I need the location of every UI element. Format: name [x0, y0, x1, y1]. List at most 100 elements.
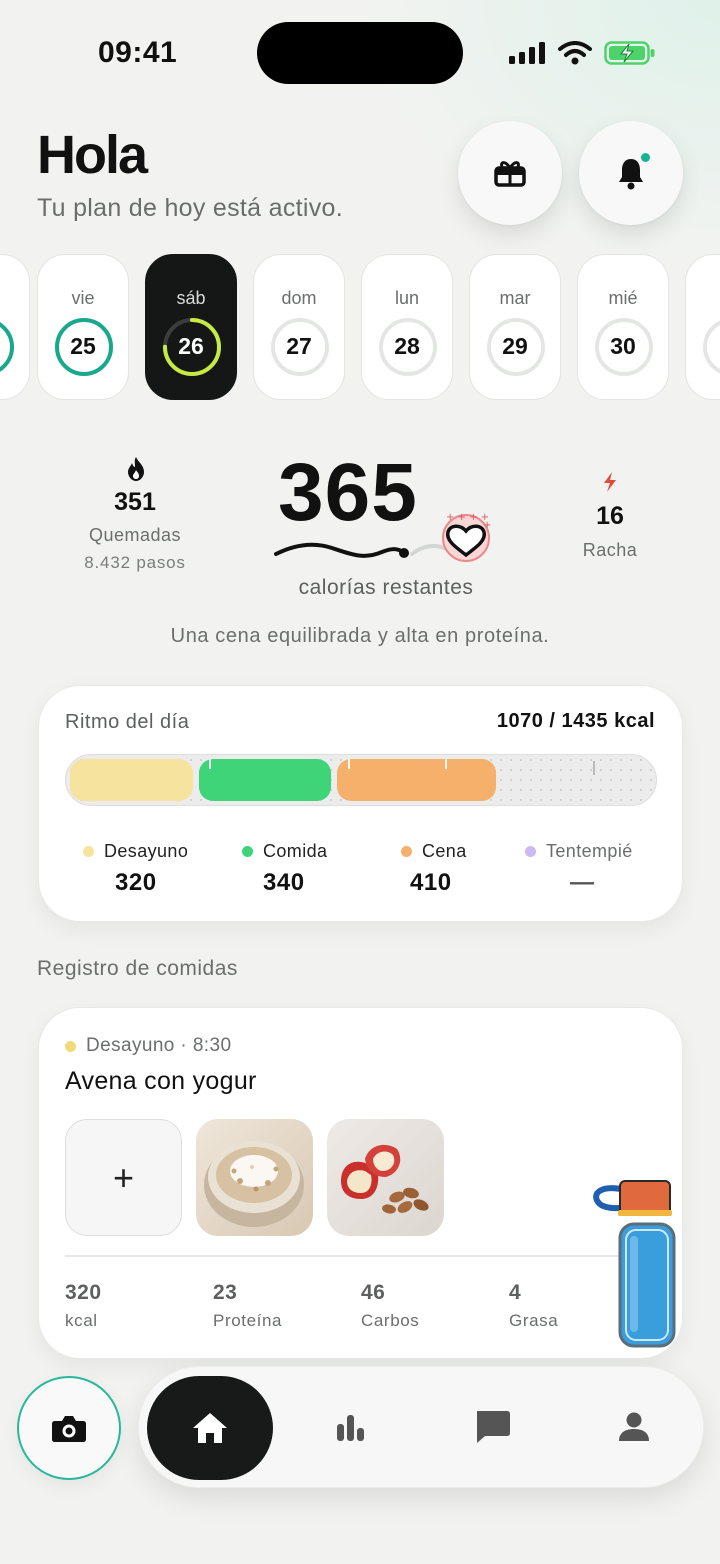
meal-segment	[199, 759, 331, 801]
legend-snack: Tentempié —	[525, 841, 665, 896]
day-number: 30	[610, 333, 636, 359]
gift-icon	[494, 161, 526, 187]
legend-value: 410	[410, 869, 452, 896]
meal-time: Desayuno · 8:30	[86, 1035, 232, 1056]
status-time: 09:41	[98, 36, 178, 69]
streak-value: 16	[596, 502, 624, 530]
day-item[interactable]: vie 25	[37, 254, 129, 400]
flame-icon	[128, 457, 144, 481]
camera-button[interactable]	[17, 1376, 121, 1480]
segment-tick	[208, 759, 211, 769]
day-next-partial[interactable]	[685, 254, 720, 400]
segment-tick	[445, 759, 448, 769]
day-label: mar	[499, 288, 531, 308]
greeting-subtitle: Tu plan de hoy está activo.	[37, 194, 343, 222]
chat-icon	[477, 1411, 510, 1443]
macro-label: Proteína	[213, 1311, 283, 1330]
meal-name: Avena con yogur	[65, 1067, 257, 1095]
lightning-icon	[604, 472, 616, 492]
steps-count: 8.432 pasos	[84, 553, 186, 572]
add-photo-button[interactable]: +	[65, 1119, 182, 1236]
dynamic-island	[257, 22, 463, 84]
segment-tick	[347, 759, 350, 769]
water-bottle-icon[interactable]	[590, 1178, 680, 1350]
legend-dot	[83, 846, 94, 857]
gift-button[interactable]	[458, 121, 562, 225]
nav-chat[interactable]	[452, 1367, 532, 1487]
rhythm-total: 1070 / 1435 kcal	[496, 710, 655, 732]
calories-remaining-label: calorías restantes	[298, 576, 474, 599]
nav-profile[interactable]	[594, 1367, 674, 1487]
signal-icon	[509, 42, 545, 64]
meal-tip: Una cena equilibrada y alta en proteína.	[170, 625, 550, 647]
day-selector: vie 25 sáb 26 dom 27 lun 28 mar 29 mié 3…	[0, 252, 720, 404]
meal-type-dot	[65, 1040, 76, 1052]
day-number: 28	[394, 333, 420, 359]
burned-calories-label: Quemadas	[88, 525, 182, 545]
macro-value: 4	[509, 1281, 522, 1304]
meal-segment	[70, 759, 194, 801]
oatmeal-photo[interactable]	[196, 1119, 313, 1236]
meal-meta: Desayuno · 8:30	[65, 1035, 231, 1057]
macro-value: 23	[213, 1281, 238, 1304]
legend-label: Tentempié	[546, 841, 633, 861]
profile-icon	[619, 1412, 649, 1441]
streak-label: Racha	[582, 540, 638, 560]
macro-label: Carbos	[361, 1311, 420, 1330]
macro-label: Grasa	[509, 1311, 559, 1330]
macro-protein: 23 Proteína	[213, 1281, 282, 1331]
legend-breakfast: Desayuno 320	[83, 841, 223, 896]
burned-calories-value: 351	[114, 488, 156, 516]
daily-rhythm-card: Ritmo del día 1070 / 1435 kcal Desayuno …	[38, 685, 683, 922]
macro-kcal: 320 kcal	[65, 1281, 102, 1331]
wifi-icon	[558, 41, 592, 65]
day-label: sáb	[176, 288, 206, 308]
rhythm-title: Ritmo del día	[65, 711, 190, 733]
day-item[interactable]: mar 29	[469, 254, 561, 400]
apple-almonds-photo[interactable]	[327, 1119, 444, 1236]
legend-dot	[525, 846, 536, 857]
day-number: 27	[286, 333, 312, 359]
stats-icon	[337, 1415, 364, 1441]
legend-dot	[242, 846, 253, 857]
progress-wave-heart-icon: + + + + +	[274, 512, 491, 562]
legend-lunch: Comida 340	[242, 841, 382, 896]
legend-value: 320	[115, 869, 157, 896]
notifications-button[interactable]	[579, 121, 683, 225]
notification-dot	[641, 153, 650, 162]
macro-value: 46	[361, 1281, 386, 1304]
meal-divider	[65, 1255, 657, 1257]
day-number: 26	[178, 333, 204, 359]
battery-charging-icon	[604, 41, 655, 65]
macro-fat: 4 Grasa	[509, 1281, 558, 1331]
legend-dot	[401, 846, 412, 857]
day-label: mié	[608, 288, 638, 308]
day-item[interactable]: lun 28	[361, 254, 453, 400]
day-item[interactable]: mié 30	[577, 254, 669, 400]
macro-label: kcal	[65, 1311, 98, 1330]
home-icon	[193, 1413, 227, 1443]
day-item-selected[interactable]: sáb 26	[145, 254, 237, 400]
legend-value: 340	[263, 869, 305, 896]
legend-label: Comida	[263, 841, 328, 861]
svg-text:+: +	[483, 520, 491, 531]
status-icons	[508, 36, 656, 70]
meal-progress-bar	[65, 754, 657, 806]
day-prev-partial[interactable]	[0, 254, 30, 400]
status-bar: 09:41	[0, 0, 720, 106]
legend-label: Cena	[422, 841, 467, 861]
day-number: 29	[502, 333, 528, 359]
nav-stats[interactable]	[310, 1367, 390, 1487]
bell-icon	[619, 159, 643, 190]
day-label: dom	[281, 288, 317, 308]
day-item[interactable]: dom 27	[253, 254, 345, 400]
meals-section-title: Registro de comidas	[37, 957, 238, 980]
day-label: lun	[394, 288, 420, 308]
day-number: 25	[70, 333, 96, 359]
legend-dinner: Cena 410	[401, 841, 541, 896]
meal-entry-card[interactable]: Desayuno · 8:30 Avena con yogur + 320 kc…	[38, 1007, 683, 1359]
meal-segment	[336, 759, 497, 801]
legend-value: —	[570, 869, 595, 896]
nav-home[interactable]	[147, 1376, 273, 1480]
legend-label: Desayuno	[104, 841, 189, 861]
